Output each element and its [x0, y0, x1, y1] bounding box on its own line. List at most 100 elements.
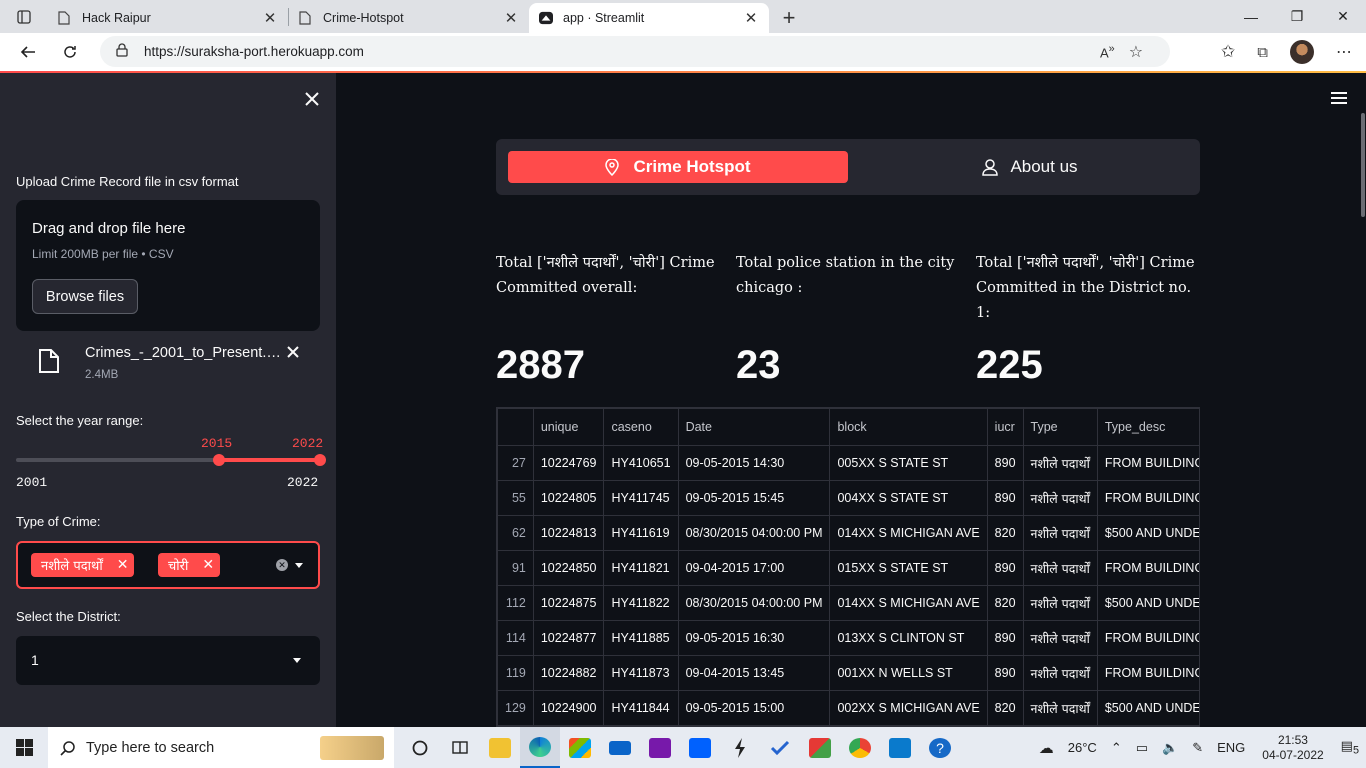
table-row[interactable]: 112 10224875 HY411822 08/30/2015 04:00:00 P…	[497, 585, 1199, 621]
close-icon[interactable]: ✕	[743, 9, 759, 27]
todo-icon[interactable]	[760, 727, 800, 768]
browser-tab-crime-hotspot[interactable]: Crime-Hotspot ✕	[289, 3, 529, 33]
slider-thumb-low[interactable]	[212, 454, 225, 466]
restore-icon[interactable]: ❐	[1274, 0, 1320, 33]
edge-browser-icon[interactable]	[520, 727, 560, 768]
dropbox-icon[interactable]	[680, 727, 720, 768]
remove-file-icon[interactable]	[286, 345, 300, 359]
column-header[interactable]: iucr	[986, 408, 1024, 446]
onenote-icon[interactable]	[640, 727, 680, 768]
column-header[interactable]	[497, 408, 534, 446]
year-range-label: Select the year range:	[16, 413, 144, 428]
table-row[interactable]: 114 10224877 HY411885 09-05-2015 16:30 013XX…	[497, 620, 1199, 656]
system-tray: ☁ 26°C ⌃ ▭ 🔈 ✎ ENG 21:53 04-07-2022 ▤5	[1032, 727, 1366, 768]
crime-dataframe[interactable]: unique caseno Date block iucr Type Type_desc 2…	[496, 407, 1200, 727]
task-view-icon[interactable]	[440, 727, 480, 768]
close-sidebar-icon[interactable]	[302, 89, 322, 109]
url-field[interactable]: https://suraksha-port.herokuapp.com	[100, 36, 1170, 67]
store-icon[interactable]	[560, 727, 600, 768]
tab-title: Hack Raipur	[82, 11, 151, 25]
clear-all-icon[interactable]: ✕	[276, 559, 288, 571]
table-row[interactable]: 91 10224850 HY411821 09-04-2015 17:00 015XX …	[497, 550, 1199, 586]
lock-icon[interactable]	[116, 43, 128, 60]
favorites-icon[interactable]: ✩	[1221, 42, 1235, 62]
chevron-down-icon[interactable]	[295, 563, 303, 568]
table-cell: 10224877	[532, 620, 605, 656]
scrollbar[interactable]	[1361, 113, 1365, 217]
crime-type-multiselect[interactable]: नशीले पदार्थों ✕ चोरी ✕ ✕	[16, 541, 320, 589]
help-icon[interactable]: ?	[920, 727, 960, 768]
clock[interactable]: 21:53 04-07-2022	[1252, 733, 1333, 763]
taskbar-search[interactable]: Type here to search	[48, 727, 394, 768]
column-header[interactable]: block	[829, 408, 988, 446]
table-cell: 09-04-2015 17:00	[677, 550, 831, 586]
table-cell: 014XX S MICHIGAN AVE	[829, 585, 988, 621]
network-icon[interactable]: ▭	[1129, 740, 1155, 756]
collections-icon[interactable]: ⧉	[1257, 44, 1268, 61]
browser-tab-streamlit[interactable]: app · Streamlit ✕	[529, 3, 769, 33]
read-aloud-icon[interactable]: A»	[1100, 43, 1115, 60]
chrome-icon[interactable]	[840, 727, 880, 768]
file-explorer-icon[interactable]	[480, 727, 520, 768]
table-cell: 09-05-2015 15:45	[677, 480, 831, 516]
weather-icon[interactable]: ☁	[1032, 739, 1061, 757]
slider-low-value: 2015	[201, 436, 233, 451]
tray-expand-icon[interactable]: ⌃	[1104, 740, 1129, 756]
close-window-icon[interactable]: ✕	[1320, 0, 1366, 33]
refresh-button[interactable]	[49, 34, 91, 70]
vscode-icon[interactable]	[880, 727, 920, 768]
row-index: 114	[497, 620, 534, 656]
remove-chip-icon[interactable]: ✕	[202, 557, 214, 573]
close-icon[interactable]: ✕	[503, 9, 519, 27]
sidebar: Upload Crime Record file in csv format D…	[0, 73, 336, 727]
table-cell: HY411745	[603, 480, 679, 516]
mail-icon[interactable]	[600, 727, 640, 768]
district-select[interactable]: 1	[16, 636, 320, 685]
table-row[interactable]: 62 10224813 HY411619 08/30/2015 04:00:00 PM…	[497, 515, 1199, 551]
column-header[interactable]: Type	[1022, 408, 1098, 446]
profile-avatar[interactable]	[1290, 40, 1314, 64]
table-row[interactable]: 119 10224882 HY411873 09-04-2015 13:45 001XX…	[497, 655, 1199, 691]
new-tab-button[interactable]: +	[769, 3, 809, 33]
volume-icon[interactable]: 🔈	[1155, 740, 1185, 756]
url-text: https://suraksha-port.herokuapp.com	[144, 44, 364, 59]
hamburger-menu-icon[interactable]	[1331, 91, 1347, 105]
file-dropzone[interactable]: Drag and drop file here Limit 200MB per …	[16, 200, 320, 331]
column-header[interactable]: Date	[677, 408, 831, 446]
remove-chip-icon[interactable]: ✕	[117, 557, 129, 573]
browser-tab-hack-raipur[interactable]: Hack Raipur ✕	[48, 3, 288, 33]
language-indicator[interactable]: ENG	[1210, 740, 1252, 755]
close-icon[interactable]: ✕	[262, 9, 278, 27]
row-index: 112	[497, 585, 534, 621]
slider-thumb-high[interactable]	[314, 454, 326, 466]
column-header[interactable]: caseno	[603, 408, 679, 446]
more-menu-icon[interactable]: ⋯	[1336, 42, 1352, 62]
nav-crime-hotspot[interactable]: Crime Hotspot	[508, 151, 848, 183]
tab-actions-button[interactable]	[0, 0, 48, 33]
year-range-slider[interactable]	[16, 458, 320, 462]
metric-label: Total ['नशीले पदार्थों', 'चोरी'] Crime C…	[976, 255, 1195, 321]
pen-icon[interactable]: ✎	[1185, 740, 1210, 756]
table-row[interactable]: 55 10224805 HY411745 09-05-2015 15:45 004XX …	[497, 480, 1199, 516]
metric-label: Total police station in the city chicago…	[736, 255, 955, 296]
table-cell: FROM BUILDING	[1096, 620, 1199, 656]
start-button[interactable]	[0, 727, 48, 768]
back-button[interactable]	[7, 34, 49, 70]
lightning-app-icon[interactable]	[720, 727, 760, 768]
table-row[interactable]: 27 10224769 HY410651 09-05-2015 14:30 005XX …	[497, 445, 1199, 481]
streamlit-icon	[539, 10, 553, 26]
tab-title: Crime-Hotspot	[323, 11, 404, 25]
dropzone-subtitle: Limit 200MB per file • CSV	[32, 247, 174, 261]
add-favorite-icon[interactable]: ☆	[1129, 42, 1143, 62]
notifications-icon[interactable]: ▤5	[1334, 738, 1366, 757]
table-row[interactable]: 129 10224900 HY411844 09-05-2015 15:00 002XX…	[497, 690, 1199, 726]
nav-about-us[interactable]: About us	[860, 151, 1200, 183]
column-header[interactable]: unique	[532, 408, 605, 446]
minimize-icon[interactable]: —	[1228, 0, 1274, 33]
table-cell: HY411821	[603, 550, 679, 586]
cortana-icon[interactable]	[400, 727, 440, 768]
browse-files-button[interactable]: Browse files	[32, 279, 138, 314]
colorful-app-icon[interactable]	[800, 727, 840, 768]
weather-temp[interactable]: 26°C	[1061, 740, 1104, 755]
column-header[interactable]: Type_desc	[1096, 408, 1199, 446]
